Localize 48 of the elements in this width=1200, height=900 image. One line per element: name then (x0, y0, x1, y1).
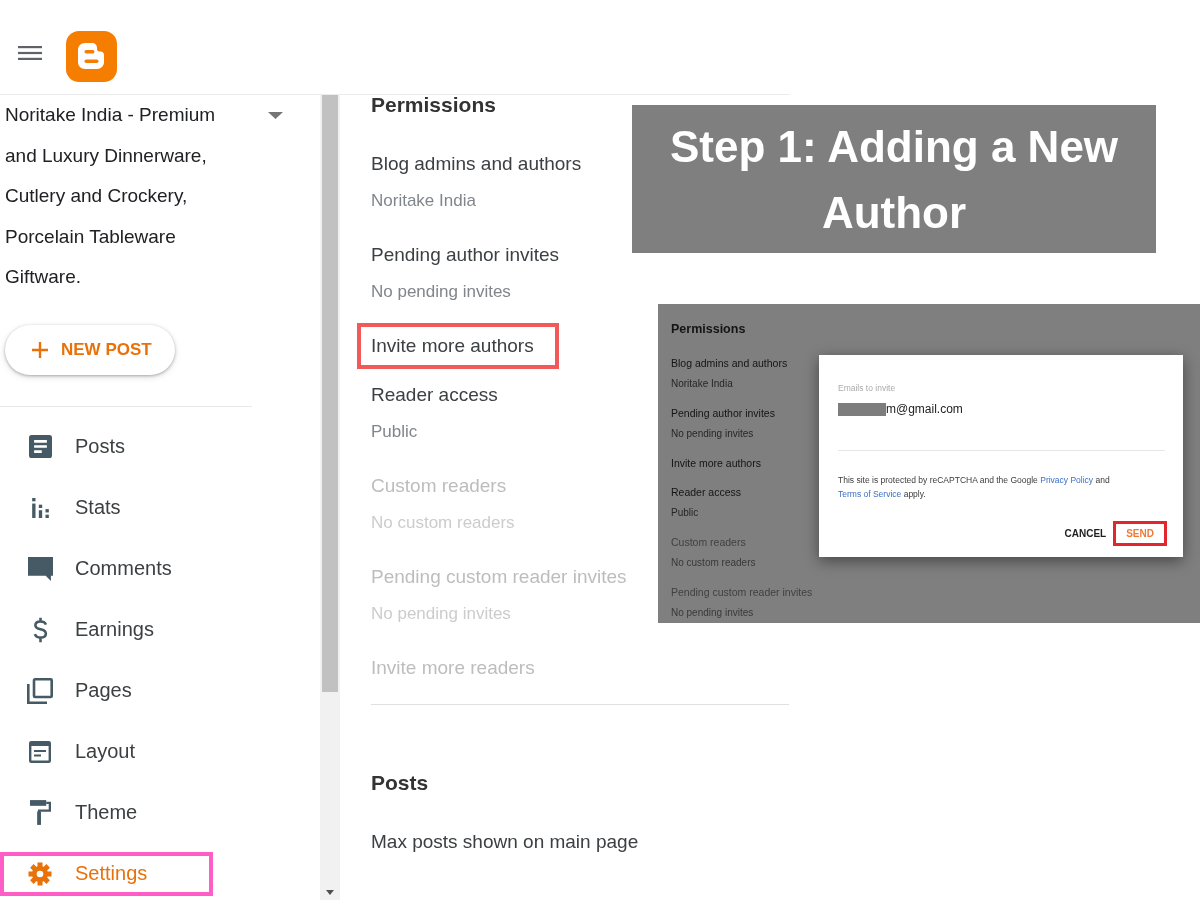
dollar-icon (32, 616, 48, 643)
section-heading: Posts (371, 773, 429, 793)
scrollbar[interactable] (320, 95, 340, 900)
app-logo[interactable] (66, 30, 117, 82)
setting-label[interactable]: Reader access (671, 485, 742, 499)
setting-label[interactable]: Pending author invites (671, 406, 775, 420)
document-icon (28, 435, 52, 458)
setting-label[interactable]: Reader access (371, 382, 498, 408)
blog-title: Noritake India - Premium and Luxury Dinnerware, Cutlery and Crockery, Porcelain Tableware Giftware. (5, 103, 217, 289)
field-label: Emails to invite (838, 382, 896, 394)
email-field[interactable]: m@gmail.com (838, 398, 1165, 451)
section-heading: Permissions (371, 95, 496, 115)
setting-value: No pending invites (371, 281, 511, 303)
setting-value: Noritake India (671, 377, 733, 391)
setting-label[interactable]: Max posts shown on main page (371, 829, 639, 855)
scroll-down-arrow-icon[interactable] (326, 890, 334, 895)
plus-icon (32, 341, 48, 358)
setting-value: Public (671, 506, 699, 520)
setting-label[interactable]: Blog admins and authors (671, 356, 788, 370)
section-heading: Permissions (671, 321, 746, 337)
nav-item[interactable]: Comments (0, 546, 213, 591)
setting-label[interactable]: Invite more authors (671, 456, 761, 470)
setting-value: No pending invites (671, 427, 754, 441)
setting-value: No custom readers (671, 556, 756, 570)
stacked-pages-icon (27, 677, 53, 704)
notice-link[interactable]: Terms of Service (838, 489, 902, 499)
layout-icon (29, 740, 51, 763)
nav-item[interactable]: Pages (0, 668, 213, 713)
setting-value: Noritake India (371, 190, 476, 212)
recaptcha-notice: This site is protected by reCAPTCHA and the Google Privacy Policy and Terms of Service apply. (838, 474, 1111, 501)
setting-value: No pending invites (671, 606, 754, 620)
step-banner: Step 1: Adding a New Author (632, 105, 1156, 253)
bar-chart-icon (31, 497, 49, 518)
speech-bubble-icon (27, 556, 53, 581)
dropdown-caret-icon[interactable] (268, 112, 283, 119)
menu-icon[interactable] (18, 46, 42, 60)
setting-label[interactable]: Invite more authors (357, 323, 559, 369)
setting-label[interactable]: Blog admins and authors (371, 151, 582, 177)
nav-item[interactable]: Stats (0, 485, 213, 530)
nav-item[interactable]: Earnings (0, 607, 213, 652)
notice-link[interactable]: Privacy Policy (1040, 475, 1094, 485)
nav-item[interactable]: Theme (0, 790, 213, 835)
nav-item[interactable]: Posts (0, 424, 213, 469)
paint-roller-icon (29, 800, 51, 825)
setting-label[interactable]: Pending author invites (371, 242, 559, 268)
setting-value: Public (371, 421, 418, 443)
nav-item[interactable]: Layout (0, 729, 213, 774)
settings-icon (28, 861, 52, 886)
